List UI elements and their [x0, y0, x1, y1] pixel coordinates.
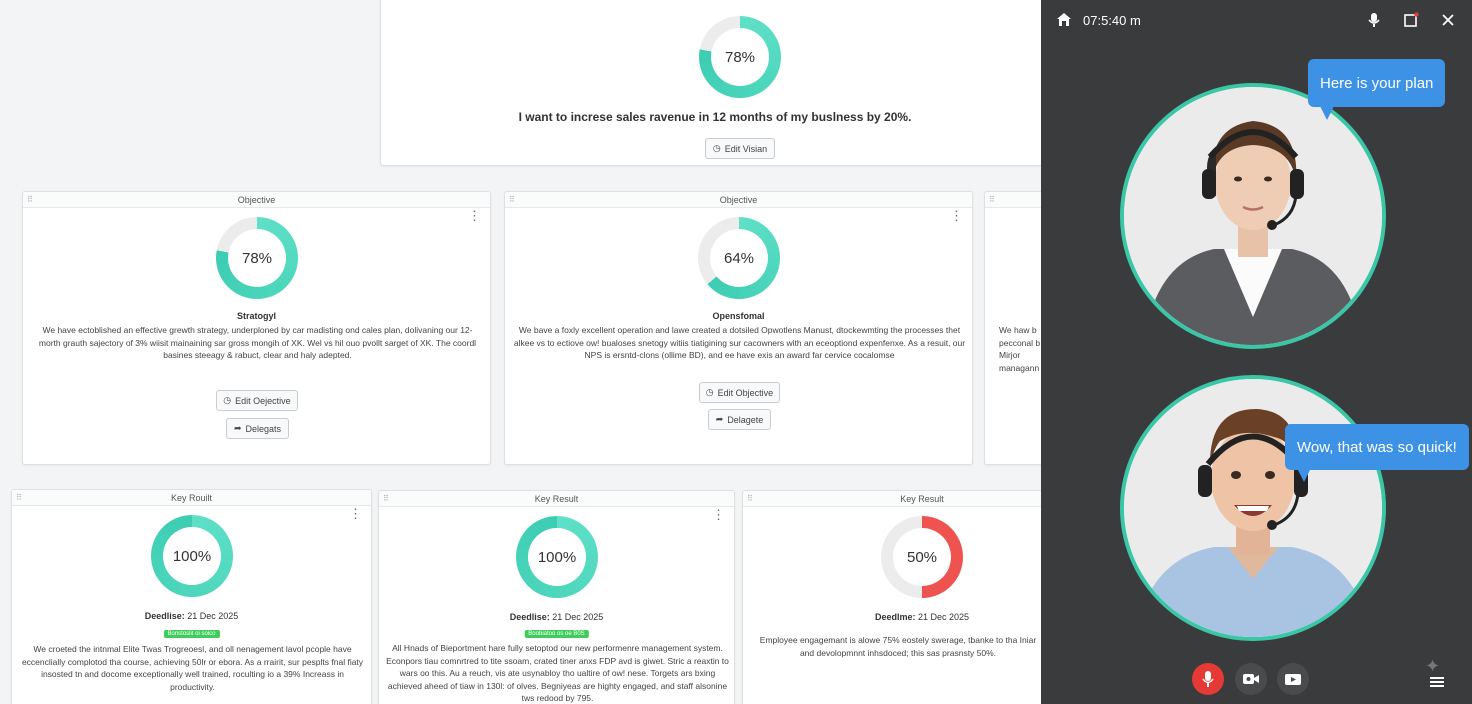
camera-button[interactable] — [1235, 663, 1267, 695]
card-header-label: Key Rouilt — [170, 493, 213, 503]
home-icon[interactable] — [1055, 11, 1073, 29]
delegate-label: Delegats — [245, 423, 282, 434]
card-header-label: Objective — [237, 195, 276, 205]
key-result-percent: 100% — [537, 548, 577, 566]
status-badge: Bonstoslit oi soico — [163, 630, 220, 638]
deadline-date: 21 Dec 2025 — [917, 612, 970, 622]
delegate-label: Delagete — [727, 414, 764, 425]
card-header-label: Key Result — [900, 494, 944, 504]
drag-handle-icon[interactable]: ⠿ — [747, 491, 753, 507]
deadline: Deedlise: 21 Dec 2025 — [12, 611, 371, 621]
bubble-top-text: Here is your plan — [1320, 74, 1434, 92]
objective-description: We haw b pecconal b Mirjor managann — [999, 325, 1041, 373]
window-icon[interactable] — [1402, 11, 1420, 29]
vision-card: 78% I want to increse sales ravenue in 1… — [380, 0, 1050, 166]
clock-icon: ◷ — [712, 143, 721, 153]
menu-button[interactable] — [1425, 670, 1449, 694]
objective-title: Opensfomal — [712, 311, 765, 321]
key-result-percent: 50% — [906, 548, 938, 566]
delegate-button[interactable]: ➦ Delegats — [226, 418, 289, 439]
key-result-percent: 100% — [172, 547, 212, 565]
clock-icon: ◷ — [223, 395, 232, 405]
deadline-label: Deedlise: — [509, 612, 550, 622]
edit-objective-label: Edit Objective — [717, 387, 774, 398]
deadline-label: Deedlise: — [144, 611, 185, 621]
deadline-date: 21 Dec 2025 — [187, 611, 239, 621]
drag-handle-icon[interactable]: ⠿ — [989, 192, 995, 208]
camera-icon — [1243, 674, 1259, 684]
microphone-icon — [1202, 671, 1214, 687]
share-arrow-icon: ➦ — [715, 414, 724, 424]
objective-description: We bave a foxly excellent operation and … — [513, 325, 966, 360]
mic-icon[interactable] — [1365, 11, 1383, 29]
menu-icon — [1430, 677, 1444, 687]
objective-percent: 64% — [723, 249, 755, 267]
bubble-tail — [1320, 106, 1334, 120]
key-result-description: We croeted the intnmal Elite Twas Trogre… — [21, 644, 364, 692]
more-options-icon[interactable]: ⋮ — [468, 209, 481, 222]
key-result-card: ⠿ Key Result ⋮ 100% Deedlise: 21 Dec 2025… — [378, 490, 735, 704]
deadline-label: Deedlme: — [874, 612, 916, 622]
key-result-progress-ring: 100% — [516, 516, 598, 598]
edit-vision-label: Edit Visian — [724, 143, 768, 154]
drag-handle-icon[interactable]: ⠿ — [16, 490, 22, 506]
more-options-icon[interactable]: ⋮ — [950, 209, 963, 222]
person-man-icon — [1124, 379, 1382, 637]
user-avatar-man — [1120, 375, 1386, 641]
objective-card: ⠿ Objective ⋮ 78% Stratogyl We have ectob… — [22, 191, 491, 465]
drag-handle-icon[interactable]: ⠿ — [27, 192, 33, 208]
key-result-description: Employee engagemant is alowe 75% eostely… — [759, 635, 1037, 658]
bubble-tail — [1297, 468, 1311, 482]
deadline-date: 21 Dec 2025 — [552, 612, 604, 622]
objective-progress-ring: 64% — [698, 217, 780, 299]
edit-vision-button[interactable]: ◷ Edit Visian — [705, 138, 775, 159]
edit-objective-label: Edit Oejective — [235, 395, 291, 406]
drag-handle-icon[interactable]: ⠿ — [383, 491, 389, 507]
more-options-icon[interactable]: ⋮ — [712, 508, 725, 521]
call-timer: 07:5:40 m — [1083, 13, 1141, 28]
mute-button[interactable] — [1192, 663, 1224, 695]
chat-bubble-bottom: Wow, that was so quick! — [1285, 424, 1469, 470]
edit-objective-button[interactable]: ◷ Edit Oejective — [216, 390, 298, 411]
key-result-card: ⠿ Key Rouilt ⋮ 100% Deedlise: 21 Dec 2025… — [11, 489, 372, 704]
card-header-label: Objective — [719, 195, 758, 205]
close-icon[interactable] — [1439, 11, 1457, 29]
card-header-label: Key Result — [534, 494, 579, 504]
delegate-button[interactable]: ➦ Delagete — [708, 409, 771, 430]
vision-statement: I want to increse sales ravenue in 12 mo… — [518, 110, 912, 124]
objective-progress-ring: 78% — [216, 217, 298, 299]
person-woman-icon — [1124, 87, 1382, 345]
agent-avatar-woman — [1120, 83, 1386, 349]
edit-objective-button[interactable]: ◷ Edit Objective — [699, 382, 780, 403]
key-result-description: All Hnads of Bieportment hare fully seto… — [386, 643, 729, 703]
call-topbar: 07:5:40 m — [1041, 0, 1472, 40]
share-arrow-icon: ➦ — [233, 423, 242, 433]
video-button[interactable] — [1277, 663, 1309, 695]
drag-handle-icon[interactable]: ⠿ — [509, 192, 515, 208]
vision-percent: 78% — [724, 48, 756, 66]
vision-progress-ring: 78% — [699, 16, 781, 98]
video-icon — [1285, 674, 1301, 685]
key-result-progress-ring: 100% — [151, 515, 233, 597]
objective-percent: 78% — [241, 249, 273, 267]
objective-title: Stratogyl — [236, 311, 276, 321]
status-badge: Boobiatoo os oe B0S — [524, 630, 589, 638]
chat-bubble-top: Here is your plan — [1308, 59, 1446, 107]
deadline: Deedlise: 21 Dec 2025 — [379, 612, 734, 622]
more-options-icon[interactable]: ⋮ — [349, 507, 362, 520]
key-result-progress-ring: 50% — [881, 516, 963, 598]
clock-icon: ◷ — [705, 387, 714, 397]
objective-description: We have ectoblished an effective grewth … — [38, 325, 477, 360]
video-call-panel: 07:5:40 m Here is your plan Wow, that wa… — [1041, 0, 1472, 704]
bubble-bottom-text: Wow, that was so quick! — [1297, 438, 1457, 456]
objective-card: ⠿ Objective ⋮ 64% Opensfomal We bave a fo… — [504, 191, 973, 465]
